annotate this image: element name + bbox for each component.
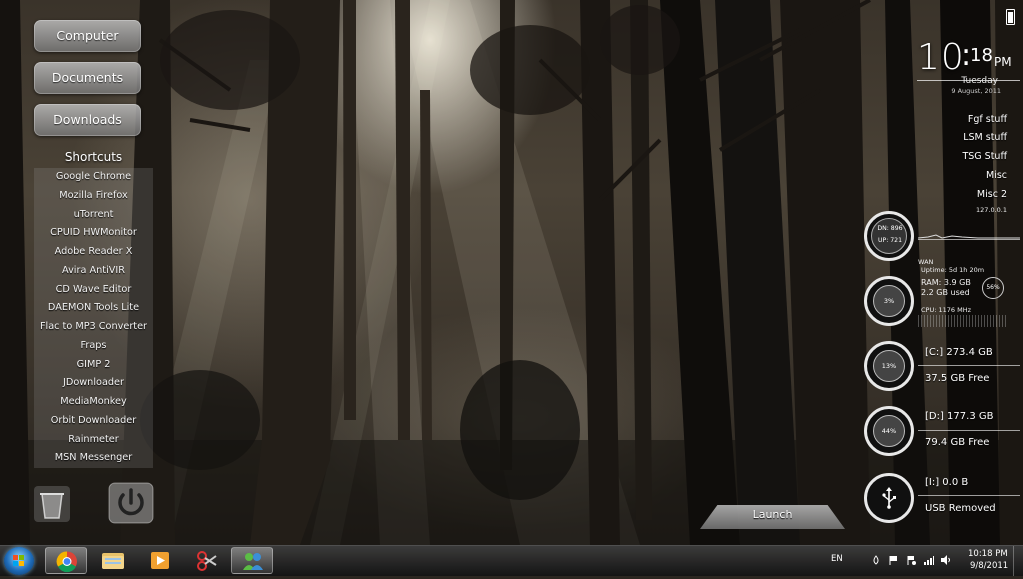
documents-button[interactable]: Documents [34,62,141,94]
shortcut-item[interactable]: Rainmeter [34,431,153,450]
cpu-ring: 3% [864,276,914,326]
drive-c-percent: 13% [873,350,905,382]
windows-logo-icon [13,555,24,566]
flag-icon[interactable] [888,555,898,565]
drive-c-free: 37.5 GB Free [925,373,990,384]
taskbar-chrome[interactable] [45,547,87,574]
network-ring-core [871,218,907,254]
launch-button[interactable]: Launch [700,505,845,529]
shortcut-item[interactable]: GIMP 2 [34,356,153,375]
taskbar-snipping-tool[interactable] [186,547,228,574]
shortcuts-title: Shortcuts [64,150,123,164]
wan-label: WAN [918,258,934,266]
uptime-label: Uptime: 5d 1h 20m [921,266,985,274]
language-indicator[interactable]: EN [831,554,843,564]
shortcut-item[interactable]: Flac to MP3 Converter [34,318,153,337]
computer-button[interactable]: Computer [34,20,141,52]
taskbar-messenger[interactable] [231,547,273,574]
shortcut-item[interactable]: Google Chrome [34,168,153,187]
shortcut-item[interactable]: uTorrent [34,206,153,225]
battery-icon [1006,9,1015,25]
folder-link[interactable]: Fgf stuff [968,114,1007,125]
clock-day: Tuesday [961,76,998,86]
droplet-icon[interactable] [871,555,881,565]
taskbar-time[interactable]: 10:18 PM [968,549,1008,559]
drive-d-percent: 44% [873,415,905,447]
folder-link[interactable]: LSM stuff [963,132,1007,143]
flag-alert-icon[interactable] [906,555,916,565]
desktop-wallpaper [0,0,1023,545]
taskbar-media-player[interactable] [139,547,181,574]
media-player-icon [151,552,169,569]
shortcut-item[interactable]: CD Wave Editor [34,281,153,300]
signal-bars-icon[interactable] [924,555,934,565]
scissors-icon [197,551,217,571]
taskbar: EN 10:18 PM 9/8/2011 [0,545,1023,576]
cpu-label: CPU: 1176 MHz [921,306,971,314]
clock-date: 9 August, 2011 [951,87,1001,95]
ram-label: RAM: 3.9 GB [921,278,971,287]
drive-c-ring: 13% [864,341,914,391]
drive-i-divider [918,495,1020,496]
shortcut-item[interactable]: MediaMonkey [34,393,153,412]
start-button[interactable] [4,547,34,575]
taskbar-date[interactable]: 9/8/2011 [970,561,1008,571]
drive-i-status: USB Removed [925,503,996,514]
recycle-bin-icon[interactable] [32,484,72,524]
drive-d-ring: 44% [864,406,914,456]
folder-link[interactable]: Misc 2 [977,189,1007,200]
shortcut-item[interactable]: MSN Messenger [34,449,153,468]
forest-illustration [0,0,1023,545]
download-speed: DN: 896 [877,225,903,232]
shortcuts-panel: Google Chrome Mozilla Firefox uTorrent C… [34,168,153,468]
clock-minute: 18 [970,45,993,66]
drive-i-label[interactable]: [I:] 0.0 B [925,477,968,488]
network-ring [864,211,914,261]
shortcut-item[interactable]: DAEMON Tools Lite [34,299,153,318]
show-desktop-button[interactable] [1013,546,1023,576]
taskbar-explorer[interactable] [92,547,134,574]
shortcut-item[interactable]: Avira AntiVIR [34,262,153,281]
speaker-icon[interactable] [941,555,951,565]
ip-address: 127.0.0.1 [975,206,1007,214]
upload-speed: UP: 721 [877,237,903,244]
drive-c-divider [918,365,1020,366]
network-divider [918,239,1020,240]
drive-d-divider [918,430,1020,431]
cpu-graph [918,315,1006,327]
drive-d-free: 79.4 GB Free [925,437,990,448]
shortcut-item[interactable]: CPUID HWMonitor [34,224,153,243]
drive-d-label[interactable]: [D:] 177.3 GB [925,411,993,422]
ram-percent: 56% [982,277,1004,299]
drive-i-ring [864,473,914,523]
usb-icon [882,487,896,509]
folder-icon [102,553,124,569]
shortcut-item[interactable]: Mozilla Firefox [34,187,153,206]
clock-hour: 10 [917,37,965,78]
folder-link[interactable]: TSG Stuff [962,151,1007,162]
drive-c-label[interactable]: [C:] 273.4 GB [925,347,993,358]
folder-link[interactable]: Misc [986,170,1007,181]
ram-used-label: 2.2 GB used [921,288,970,297]
shortcut-item[interactable]: Orbit Downloader [34,412,153,431]
power-icon[interactable] [108,482,154,524]
shortcut-item[interactable]: JDownloader [34,374,153,393]
messenger-icon [243,553,263,570]
chrome-icon [56,551,77,573]
downloads-button[interactable]: Downloads [34,104,141,136]
shortcut-item[interactable]: Adobe Reader X [34,243,153,262]
cpu-percent: 3% [873,285,905,317]
shortcut-item[interactable]: Fraps [34,337,153,356]
clock-ampm: PM [994,55,1012,69]
